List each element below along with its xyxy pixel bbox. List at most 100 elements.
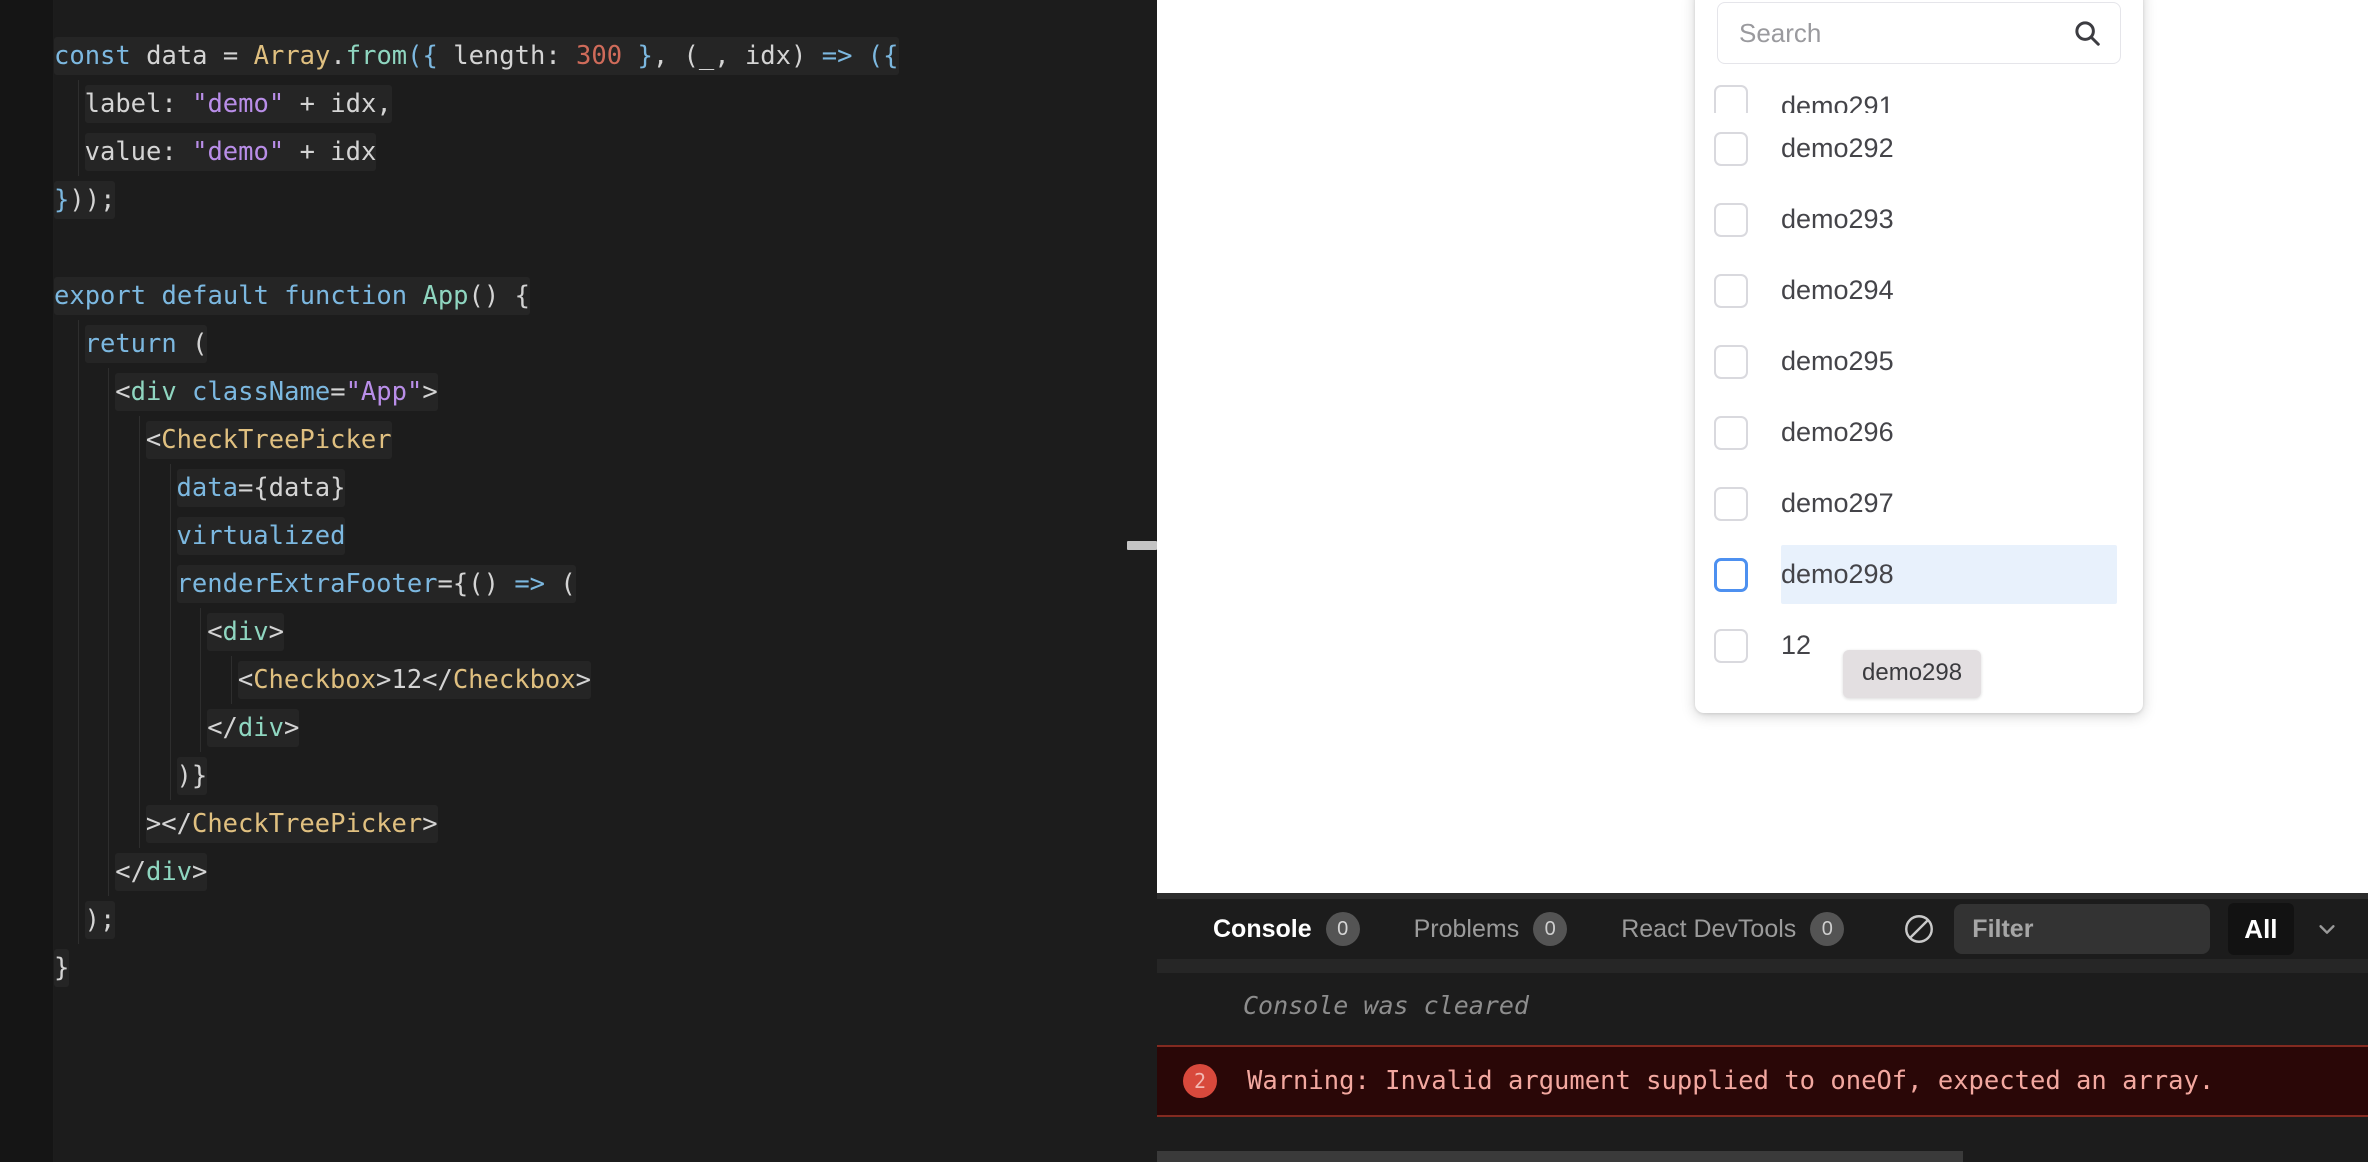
picker-option[interactable]: demo295 — [1695, 326, 2143, 397]
option-checkbox[interactable] — [1714, 415, 1748, 450]
indent-guide — [108, 848, 110, 896]
option-checkbox[interactable] — [1714, 628, 1748, 663]
indent-guide — [108, 608, 110, 656]
code-line: const data = Array.from({ length: 300 },… — [54, 32, 1110, 80]
code-token: = — [222, 41, 254, 71]
code-tokens: )} — [176, 757, 208, 795]
indent-guide — [169, 512, 171, 560]
console-tab-problems[interactable]: Problems 0 — [1414, 899, 1568, 959]
option-checkbox[interactable] — [1714, 557, 1748, 592]
splitter-drag-handle[interactable] — [1127, 541, 1157, 550]
code-token: < — [237, 665, 254, 695]
code-token: < — [115, 377, 131, 407]
indent-guide — [108, 560, 110, 608]
filter-field-wrapper[interactable] — [1954, 904, 2211, 954]
option-checkbox[interactable] — [1714, 273, 1748, 308]
indent-guide — [77, 848, 79, 896]
picker-option-list[interactable]: demo291 demo292 demo293 demo294 demo295 demo2… — [1695, 72, 2143, 692]
code-token: + idx, — [284, 89, 392, 119]
code-token: value: — [84, 137, 193, 167]
console-horizontal-scrollbar[interactable] — [1157, 1151, 1963, 1162]
code-token: from — [345, 41, 408, 71]
code-token: CheckTreePicker — [161, 425, 392, 455]
search-input[interactable] — [1718, 3, 2120, 63]
indent-guide — [139, 752, 141, 800]
indent-guide — [139, 656, 141, 704]
console-tab-console[interactable]: Console 0 — [1213, 899, 1360, 959]
editor-code-content[interactable]: const data = Array.from({ length: 300 },… — [54, 0, 1110, 1162]
console-tab-react-devtools[interactable]: React DevTools 0 — [1621, 899, 1845, 959]
code-token: App — [422, 281, 469, 311]
option-label: demo298 — [1781, 559, 1894, 589]
indent-guide — [108, 752, 110, 800]
option-checkbox[interactable] — [1714, 131, 1748, 166]
code-token: + idx — [284, 137, 377, 167]
code-token: > — [422, 377, 438, 407]
code-token: } — [54, 953, 70, 983]
code-token: . — [330, 41, 346, 71]
code-tokens: } — [54, 949, 70, 987]
option-checkbox[interactable] — [1714, 85, 1748, 113]
code-token: data — [176, 473, 238, 503]
code-token: ; — [100, 185, 116, 215]
code-token: 12 — [391, 665, 423, 695]
code-token: renderExtraFooter — [176, 569, 438, 599]
filter-input[interactable] — [1972, 914, 2193, 944]
code-line: virtualized — [54, 512, 1110, 560]
indent-guide — [77, 128, 79, 176]
option-checkbox[interactable] — [1714, 486, 1748, 521]
console-tabbar-divider — [1157, 959, 2368, 973]
clear-console-icon[interactable] — [1902, 912, 1936, 946]
code-token: > — [283, 713, 300, 743]
code-token: "demo" — [192, 137, 285, 167]
code-token: < — [145, 425, 162, 455]
picker-option[interactable]: demo297 — [1695, 468, 2143, 539]
code-token: ( — [407, 41, 423, 71]
indent-guide — [77, 896, 79, 944]
code-line: ></CheckTreePicker> — [54, 800, 1110, 848]
indent-guide — [200, 704, 202, 752]
indent-guide — [108, 800, 110, 848]
indent-guide — [230, 656, 232, 704]
code-token: , (_, idx) — [652, 41, 822, 71]
indent-guide — [108, 704, 110, 752]
search-field-wrapper[interactable] — [1717, 2, 2121, 64]
code-token: Checkbox — [253, 665, 377, 695]
code-token: => — [514, 569, 546, 599]
code-token: => — [821, 41, 853, 71]
code-token: </ — [207, 713, 238, 743]
picker-option[interactable]: demo291 — [1695, 72, 2143, 113]
log-level-select[interactable]: All — [2228, 903, 2294, 955]
code-token: 300 — [576, 41, 623, 71]
option-checkbox[interactable] — [1714, 344, 1748, 379]
check-tree-picker-menu[interactable]: demo291 demo292 demo293 demo294 demo295 demo2… — [1695, 0, 2143, 713]
console-tab-bar[interactable]: Console 0 Problems 0 React DevTools 0 All — [1157, 899, 2368, 959]
picker-search-area — [1695, 0, 2143, 72]
code-tokens: <CheckTreePicker — [145, 421, 392, 459]
code-token: = — [437, 569, 453, 599]
picker-option[interactable]: demo293 — [1695, 184, 2143, 255]
console-tab-badge: 0 — [1325, 912, 1360, 946]
picker-option[interactable]: demo294 — [1695, 255, 2143, 326]
picker-option[interactable]: demo296 — [1695, 397, 2143, 468]
log-level-value: All — [2244, 913, 2278, 944]
console-log-area: Console was cleared 2 Warning: Invalid a… — [1157, 973, 2368, 1162]
option-checkbox[interactable] — [1714, 202, 1748, 237]
log-entry-warning[interactable]: 2 Warning: Invalid argument supplied to … — [1157, 1045, 2368, 1117]
code-token: default — [161, 281, 285, 311]
code-line: label: "demo" + idx, — [54, 80, 1110, 128]
code-line: )} — [54, 752, 1110, 800]
picker-option[interactable]: demo292 — [1695, 113, 2143, 184]
code-token: { — [422, 41, 438, 71]
code-line: ); — [54, 896, 1110, 944]
option-label: demo297 — [1781, 488, 1894, 518]
code-token: </ — [115, 857, 146, 887]
code-token: div — [145, 857, 193, 887]
pane-splitter[interactable] — [1127, 0, 1157, 1162]
code-editor-pane[interactable]: const data = Array.from({ length: 300 },… — [0, 0, 1157, 1162]
option-tooltip: demo298 — [1843, 650, 1982, 698]
chevron-down-icon[interactable] — [2316, 918, 2338, 940]
indent-guide — [108, 656, 110, 704]
option-label: demo296 — [1781, 417, 1894, 447]
picker-option[interactable]: demo298 — [1695, 539, 2143, 610]
